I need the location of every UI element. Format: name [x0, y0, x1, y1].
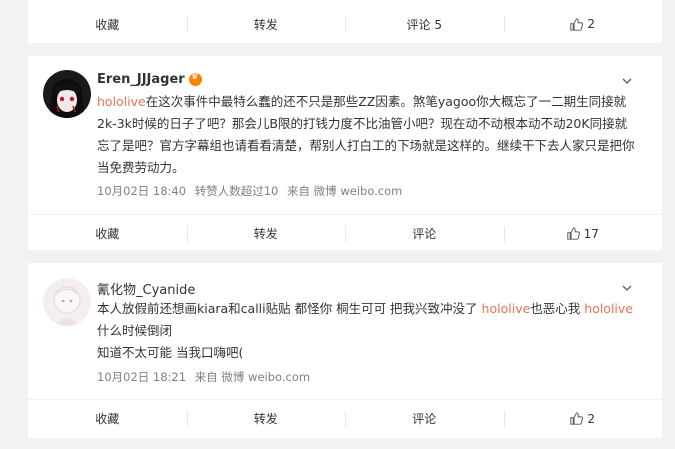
favorite-button[interactable]: 收藏 — [28, 400, 187, 437]
comment-button[interactable]: 评论 5 — [345, 5, 504, 43]
comment-text: 本人放假前还想画kiara和calli贴贴 都怪你 桐生可可 把我兴致冲没了 h… — [97, 298, 637, 342]
favorite-button[interactable]: 收藏 — [28, 215, 187, 252]
likes-note: 转赞人数超过10 — [194, 184, 279, 198]
avatar[interactable] — [43, 278, 91, 326]
comment-text-line2-value: 知道不太可能 当我口嗨吧( — [97, 345, 244, 360]
action-bar: 收藏 转发 评论 2 — [28, 399, 662, 437]
username-text: Eren_JJJager — [97, 72, 185, 87]
comment-date: 10月02日 18:40 — [97, 184, 187, 198]
repost-button[interactable]: 转发 — [186, 400, 346, 437]
username-text: 氰化物_Cyanide — [97, 283, 196, 298]
crown-badge-icon — [188, 72, 202, 86]
comment-button[interactable]: 评论 — [345, 215, 504, 252]
repost-button[interactable]: 转发 — [186, 5, 346, 43]
topic-link[interactable]: hololive — [584, 301, 633, 316]
like-count: 2 — [587, 411, 596, 426]
favorite-label: 收藏 — [95, 17, 120, 32]
repost-label: 转发 — [253, 17, 278, 32]
scrollbar[interactable] — [663, 0, 675, 449]
repost-button[interactable]: 转发 — [186, 215, 346, 252]
comment-text-segment: 也恶心我 — [530, 301, 585, 316]
repost-label: 转发 — [253, 227, 278, 241]
action-bar: 收藏 转发 评论 5 2 — [28, 5, 662, 43]
favorite-button[interactable]: 收藏 — [28, 5, 187, 43]
like-count: 2 — [587, 17, 596, 31]
username[interactable]: Eren_JJJager — [97, 72, 202, 87]
comment-label: 评论 — [412, 412, 437, 426]
comment-card: 氰化物_Cyanide 本人放假前还想画kiara和calli贴贴 都怪你 桐生… — [28, 263, 662, 438]
like-button[interactable]: 17 — [503, 215, 663, 252]
like-button[interactable]: 2 — [503, 5, 663, 43]
chevron-down-icon[interactable] — [622, 283, 632, 293]
like-count: 17 — [583, 226, 599, 241]
avatar[interactable] — [43, 70, 91, 118]
thumbs-up-icon — [566, 227, 580, 240]
comment-meta: 10月02日 18:40 转赞人数超过10 来自 微博 weibo.com — [97, 183, 402, 199]
top-post-card: 收藏 转发 评论 5 2 — [28, 0, 662, 43]
action-bar: 收藏 转发 评论 17 — [28, 214, 662, 252]
repost-label: 转发 — [253, 412, 278, 426]
comment-date: 10月02日 18:21 — [97, 370, 187, 384]
comment-text-segment: 什么时候倒闭 — [97, 323, 173, 338]
thumbs-up-icon — [570, 17, 584, 31]
chevron-down-icon[interactable] — [622, 76, 632, 86]
comment-button[interactable]: 评论 — [345, 400, 504, 437]
comment-label: 评论 5 — [406, 17, 442, 32]
comment-text-segment: 本人放假前还想画kiara和calli贴贴 都怪你 桐生可可 把我兴致冲没了 — [97, 301, 482, 316]
favorite-label: 收藏 — [95, 412, 120, 426]
topic-link[interactable]: hololive — [97, 94, 146, 109]
comment-source[interactable]: 来自 微博 weibo.com — [195, 370, 310, 384]
thumbs-up-icon — [570, 412, 584, 425]
topic-link[interactable]: hololive — [482, 301, 531, 316]
username[interactable]: 氰化物_Cyanide — [97, 279, 195, 298]
comment-meta: 10月02日 18:21 来自 微博 weibo.com — [97, 369, 310, 385]
like-button[interactable]: 2 — [503, 400, 663, 437]
comment-text: hololive在这次事件中最特么蠢的还不只是那些ZZ因素。煞笔yagoo你大概… — [97, 91, 637, 179]
comment-label: 评论 — [412, 227, 437, 241]
comment-text-segment: 在这次事件中最特么蠢的还不只是那些ZZ因素。煞笔yagoo你大概忘了一二期生同接… — [97, 94, 635, 175]
comment-text-line2: 知道不太可能 当我口嗨吧( — [97, 342, 637, 364]
comment-source[interactable]: 来自 微博 weibo.com — [287, 184, 402, 198]
comment-card: Eren_JJJager hololive在这次事件中最特么蠢的还不只是那些ZZ… — [28, 56, 662, 250]
favorite-label: 收藏 — [95, 227, 120, 241]
